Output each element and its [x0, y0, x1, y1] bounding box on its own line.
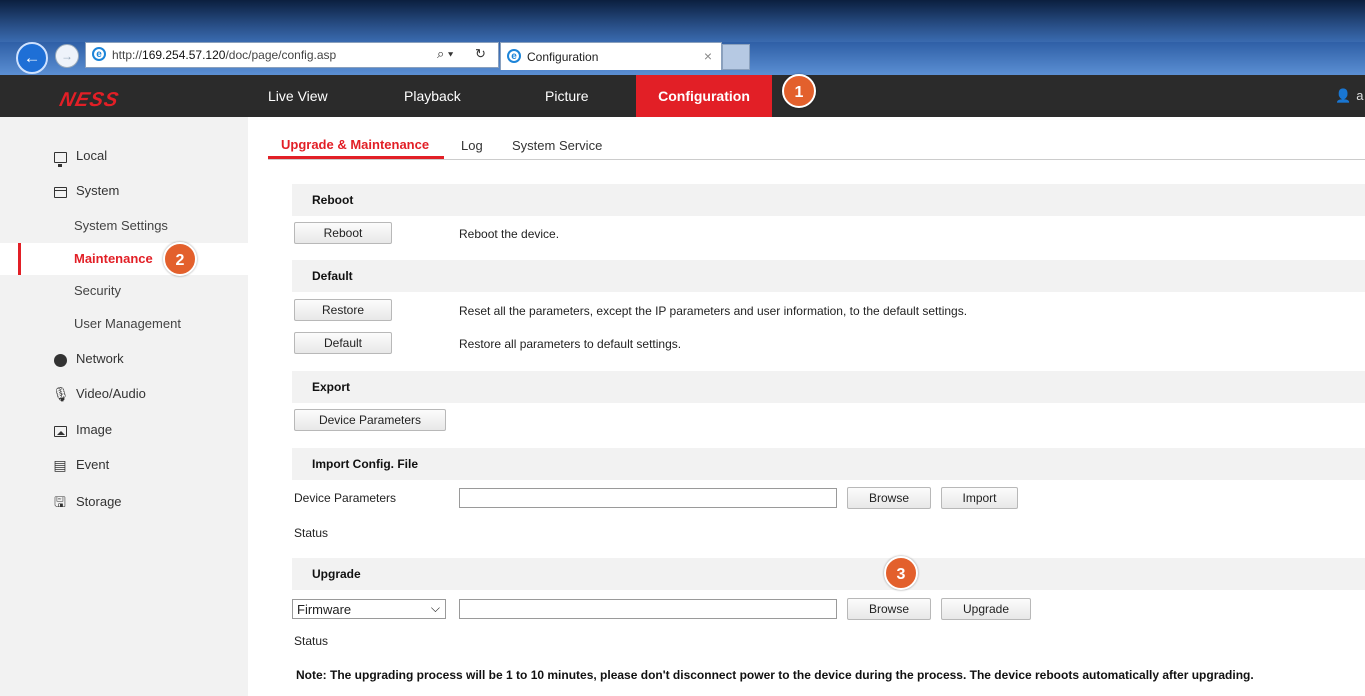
nav-picture[interactable]: Picture	[545, 75, 589, 117]
sidebar-item-user-management[interactable]: User Management	[0, 308, 248, 340]
sidebar-item-maintenance[interactable]: Maintenance	[0, 243, 248, 275]
chevron-down-icon: ⌵	[430, 601, 440, 615]
address-url[interactable]: http://169.254.57.120/doc/page/config.as…	[112, 48, 336, 62]
sidebar-item-local[interactable]: Local	[0, 141, 248, 171]
sidebar-item-network[interactable]: Network	[0, 344, 248, 374]
forward-arrow-icon[interactable]: →	[55, 44, 79, 68]
import-browse-button[interactable]: Browse	[847, 487, 931, 509]
active-tab-indicator	[268, 156, 444, 159]
sidebar-item-system-settings[interactable]: System Settings	[0, 210, 248, 242]
calendar-icon: ▤	[53, 457, 67, 473]
window-icon	[52, 176, 68, 206]
sidebar-item-image[interactable]: Image	[0, 415, 248, 445]
export-device-parameters-button[interactable]: Device Parameters	[294, 409, 446, 431]
restore-description: Reset all the parameters, except the IP …	[459, 304, 968, 318]
globe-icon	[52, 344, 68, 374]
image-icon	[52, 415, 68, 445]
import-file-path-field[interactable]	[459, 488, 837, 508]
section-header-import-config: Import Config. File	[292, 448, 1365, 480]
monitor-icon	[52, 141, 68, 171]
ie-logo-icon: e	[507, 49, 521, 63]
section-header-export: Export	[292, 371, 1365, 403]
section-header-reboot: Reboot	[292, 184, 1365, 216]
nav-configuration[interactable]: Configuration	[636, 75, 772, 117]
upgrade-type-value: Firmware	[297, 602, 352, 617]
callout-badge-3: 3	[884, 556, 918, 590]
browser-titlebar	[0, 0, 1365, 42]
brand-logo: NESS	[57, 89, 122, 111]
import-device-parameters-label: Device Parameters	[294, 491, 397, 505]
default-button[interactable]: Default	[294, 332, 392, 354]
tab-title: Configuration	[527, 50, 599, 64]
floppy-icon: 🖫	[54, 494, 66, 510]
reboot-button[interactable]: Reboot	[294, 222, 392, 244]
back-arrow-icon[interactable]: ←	[16, 42, 48, 74]
tab-system-service[interactable]: System Service	[512, 138, 602, 153]
sidebar-item-storage[interactable]: 🖫 Storage	[0, 487, 248, 517]
sidebar-item-security[interactable]: Security	[0, 275, 248, 307]
search-icon[interactable]: ⌕ ▾	[437, 46, 453, 62]
address-bar[interactable]: e http://169.254.57.120/doc/page/config.…	[85, 42, 499, 68]
import-button[interactable]: Import	[941, 487, 1018, 509]
user-menu[interactable]: 👤 a	[1335, 88, 1363, 104]
browser-chrome: ← → e http://169.254.57.120/doc/page/con…	[0, 0, 1365, 75]
upgrade-status-label: Status	[294, 634, 329, 648]
browser-tab[interactable]: e Configuration ×	[500, 42, 722, 70]
close-icon[interactable]: ×	[704, 48, 712, 64]
sidebar-item-video-audio[interactable]: 🎙 Video/Audio	[0, 379, 248, 409]
user-icon: 👤	[1335, 88, 1352, 103]
section-header-default: Default	[292, 260, 1365, 292]
upgrade-file-path-field[interactable]	[459, 599, 837, 619]
upgrade-browse-button[interactable]: Browse	[847, 598, 931, 620]
upgrade-note: Note: The upgrading process will be 1 to…	[296, 668, 1254, 682]
sidebar-item-event[interactable]: ▤ Event	[0, 450, 248, 480]
ie-logo-icon: e	[92, 47, 106, 61]
default-description: Restore all parameters to default settin…	[459, 337, 682, 351]
nav-live-view[interactable]: Live View	[268, 75, 328, 117]
new-tab-button[interactable]	[722, 44, 750, 70]
mic-gear-icon: 🎙	[52, 386, 70, 402]
tab-log[interactable]: Log	[461, 138, 483, 153]
reboot-description: Reboot the device.	[459, 227, 560, 241]
sidebar-item-system[interactable]: System	[0, 176, 248, 206]
nav-playback[interactable]: Playback	[404, 75, 461, 117]
upgrade-type-select[interactable]: Firmware ⌵	[292, 599, 446, 619]
refresh-icon[interactable]: ↻	[475, 46, 486, 62]
tab-upgrade-maintenance[interactable]: Upgrade & Maintenance	[281, 137, 429, 152]
subtab-bar	[268, 117, 1365, 160]
callout-badge-2: 2	[163, 242, 197, 276]
section-header-upgrade: Upgrade	[292, 558, 1365, 590]
user-name: a	[1356, 88, 1364, 103]
import-status-label: Status	[294, 526, 329, 540]
upgrade-button[interactable]: Upgrade	[941, 598, 1031, 620]
callout-badge-1: 1	[782, 74, 816, 108]
restore-button[interactable]: Restore	[294, 299, 392, 321]
